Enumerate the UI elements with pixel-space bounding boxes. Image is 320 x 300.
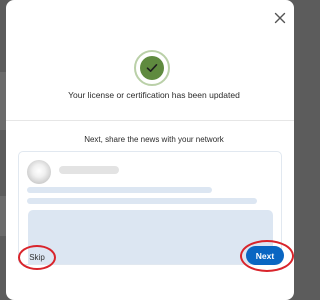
update-confirmation-dialog: Your license or certification has been u… [6, 0, 294, 300]
skip-button[interactable]: Skip [20, 248, 54, 266]
next-button[interactable]: Next [246, 246, 284, 265]
divider [6, 120, 294, 121]
close-icon [274, 12, 286, 24]
confirmation-headline: Your license or certification has been u… [68, 90, 240, 100]
avatar [27, 160, 51, 184]
success-badge [134, 50, 170, 86]
post-preview-card [18, 151, 282, 265]
text-placeholder [27, 187, 212, 193]
close-button[interactable] [270, 8, 290, 28]
text-placeholder [27, 198, 257, 204]
share-prompt: Next, share the news with your network [84, 135, 224, 144]
checkmark-icon [146, 64, 158, 72]
name-placeholder [59, 166, 119, 174]
media-placeholder [28, 210, 273, 264]
